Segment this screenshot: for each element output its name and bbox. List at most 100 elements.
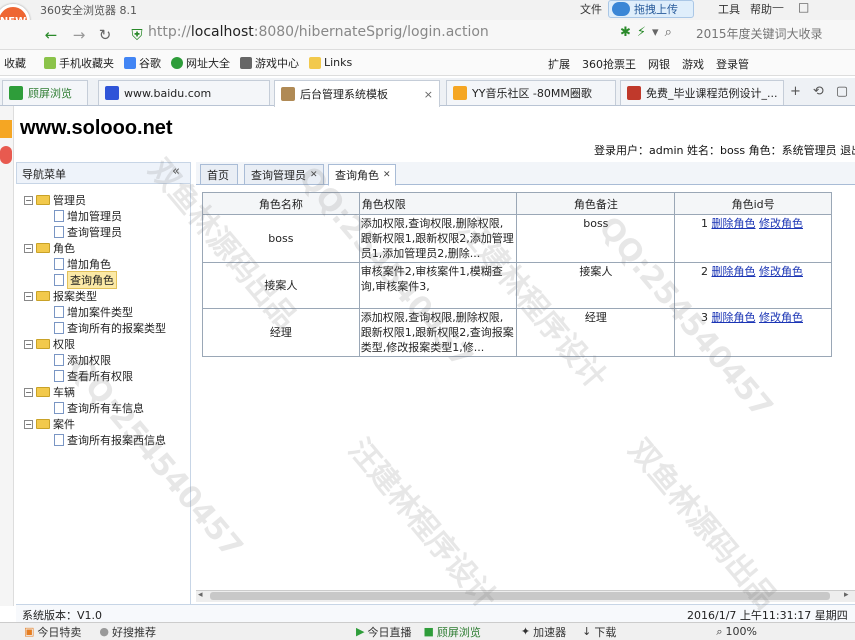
edit-role-link[interactable]: 修改角色 (759, 311, 803, 324)
login-button[interactable]: 登录管 (716, 56, 749, 72)
extensions-button[interactable]: 扩展 (548, 56, 570, 72)
delete-role-link[interactable]: 删除角色 (712, 311, 756, 324)
status-live[interactable]: ▶ 今日直播 (356, 624, 411, 640)
bookmark-links[interactable]: Links (309, 56, 352, 69)
search-icon[interactable]: ⌕ (665, 25, 672, 40)
close-icon[interactable]: × (424, 88, 433, 101)
bookmark-games[interactable]: 游戏中心 (240, 55, 299, 71)
tab-free-course[interactable]: 免费_毕业课程范例设计_... (620, 80, 784, 105)
tree-item-add-case-type[interactable]: 增加案件类型 (54, 304, 133, 320)
edit-role-link[interactable]: 修改角色 (759, 265, 803, 278)
delete-role-link[interactable]: 删除角色 (712, 217, 756, 230)
sidebar-app-icon[interactable] (0, 146, 12, 164)
tab-yy-music[interactable]: YY音乐社区 -80MM圈歌 (446, 80, 616, 105)
tree-group-case-type[interactable]: − 报案类型 (24, 288, 97, 304)
address-bar[interactable]: http://localhost:8080/hibernateSprig/log… (148, 24, 489, 40)
tree-item-query-role[interactable]: 查询角色 (54, 271, 117, 289)
table-row[interactable]: boss 添加权限,查询权限,删除权限, 跟新权限1,跟新权限2,添加管理员1,… (202, 214, 832, 263)
menu-file[interactable]: 文件 (580, 1, 602, 17)
tree-item-view-permissions[interactable]: 查看所有权限 (54, 368, 133, 384)
tree-item-query-admin[interactable]: 查询管理员 (54, 224, 122, 240)
tree-item-query-cases[interactable]: 查询所有报案西信息 (54, 432, 166, 448)
tree-group-label: 权限 (53, 338, 75, 351)
toggle-icon[interactable]: − (24, 291, 33, 301)
scroll-right-icon[interactable]: ▸ (844, 590, 849, 600)
toggle-icon[interactable]: − (24, 419, 33, 429)
menu-tools[interactable]: 工具 (718, 1, 740, 17)
tab-query-role[interactable]: 查询角色 ✕ (328, 164, 396, 186)
refresh-icon[interactable]: ↻ (96, 26, 114, 44)
edit-role-link[interactable]: 修改角色 (759, 217, 803, 230)
col-role-name[interactable]: 角色名称 (202, 192, 360, 215)
star-icon[interactable] (0, 120, 12, 138)
games-button[interactable]: 游戏 (682, 56, 704, 72)
maximize-icon[interactable]: □ (798, 0, 809, 14)
tab-split-view[interactable]: 顾屏浏览 (2, 80, 88, 105)
col-role-permissions[interactable]: 角色权限 (358, 192, 518, 215)
bookmark-favorites[interactable]: 收藏 (4, 55, 26, 71)
status-sale[interactable]: ▣ 今日特卖 (24, 624, 81, 640)
tree-item-add-role[interactable]: 增加角色 (54, 256, 111, 272)
tree-group-vehicle[interactable]: − 车辆 (24, 384, 75, 400)
status-split[interactable]: ■ 顾屏浏览 (423, 624, 480, 640)
toggle-icon[interactable]: − (24, 195, 33, 205)
forward-icon[interactable]: → (70, 26, 88, 44)
loading-icon[interactable]: ✱ (620, 25, 631, 40)
col-role-note[interactable]: 角色备注 (516, 192, 676, 215)
collapse-icon[interactable]: « (172, 164, 180, 179)
close-icon[interactable]: ✕ (310, 170, 318, 180)
bookmark-mobile[interactable]: 手机收藏夹 (44, 55, 114, 71)
tree-item-query-case-type[interactable]: 查询所有的报案类型 (54, 320, 166, 336)
menu-help[interactable]: 帮助 (750, 1, 772, 17)
cell-role-note: 接案人 (516, 262, 676, 309)
status-recommend[interactable]: ● 好搜推荐 (99, 624, 156, 640)
minimize-icon[interactable]: — (772, 0, 784, 14)
delete-role-link[interactable]: 删除角色 (712, 265, 756, 278)
cell-role-name: 接案人 (202, 262, 360, 309)
back-icon[interactable]: ← (42, 26, 60, 44)
toggle-icon[interactable]: − (24, 243, 33, 253)
status-zoom[interactable]: ⌕ 100% (716, 625, 757, 639)
bookmark-google[interactable]: 谷歌 (124, 55, 161, 71)
tree-group-admin[interactable]: − 管理员 (24, 192, 86, 208)
tab-list-icon[interactable]: ▢ (836, 84, 848, 99)
doc-icon (54, 322, 64, 334)
scroll-left-icon[interactable]: ◂ (198, 590, 203, 600)
doc-icon (54, 434, 64, 446)
page-icon (627, 86, 641, 100)
status-accelerator[interactable]: ✦ 加速器 (521, 624, 566, 640)
tab-baidu[interactable]: www.baidu.com (98, 80, 270, 105)
status-label: 顾屏浏览 (436, 625, 481, 639)
tree-item-add-permission[interactable]: 添加权限 (54, 352, 111, 368)
watermark-text: 双鱼林源码出品 (621, 432, 784, 616)
col-role-id[interactable]: 角色id号 (674, 192, 832, 215)
tree-item-label: 增加管理员 (67, 210, 122, 223)
cloud-upload-button[interactable]: 拖拽上传 (608, 0, 694, 18)
tab-home[interactable]: 首页 (200, 164, 238, 185)
tab-admin-template[interactable]: 后台管理系统模板 × (274, 80, 440, 107)
tree-group-permission[interactable]: − 权限 (24, 336, 75, 352)
tab-query-admin[interactable]: 查询管理员 ✕ (244, 164, 324, 185)
cell-role-note: boss (516, 214, 676, 263)
restore-tab-icon[interactable]: ⟲ (813, 84, 824, 99)
bookmark-hao[interactable]: 网址大全 (171, 55, 230, 71)
tree-group-role[interactable]: − 角色 (24, 240, 75, 256)
doc-icon (54, 402, 64, 414)
toggle-icon[interactable]: − (24, 387, 33, 397)
lightning-icon[interactable]: ⚡ (637, 25, 646, 40)
dropdown-icon[interactable]: ▾ (652, 25, 659, 40)
close-icon[interactable]: ✕ (383, 170, 391, 180)
role-table: 角色名称 角色权限 角色备注 角色id号 boss 添加权限,查询权限,删除权限… (202, 192, 832, 357)
table-row[interactable]: 接案人 审核案件2,审核案件1,模糊查询,审核案件3, 接案人 2 删除角色 修… (202, 262, 832, 309)
search-input[interactable] (696, 24, 855, 44)
status-download[interactable]: ↓ 下载 (582, 624, 616, 640)
tree-group-case[interactable]: − 案件 (24, 416, 75, 432)
tree-item-query-vehicles[interactable]: 查询所有车信息 (54, 400, 144, 416)
scrollbar-thumb[interactable] (210, 592, 830, 600)
tree-item-add-admin[interactable]: 增加管理员 (54, 208, 122, 224)
new-tab-icon[interactable]: + (790, 84, 801, 99)
table-row[interactable]: 经理 添加权限,查询权限,删除权限, 跟新权限1,跟新权限2,查询报案类型,修改… (202, 308, 832, 357)
toggle-icon[interactable]: − (24, 339, 33, 349)
ticket-button[interactable]: 360抢票王 (582, 56, 636, 72)
bank-button[interactable]: 网银 (648, 56, 670, 72)
